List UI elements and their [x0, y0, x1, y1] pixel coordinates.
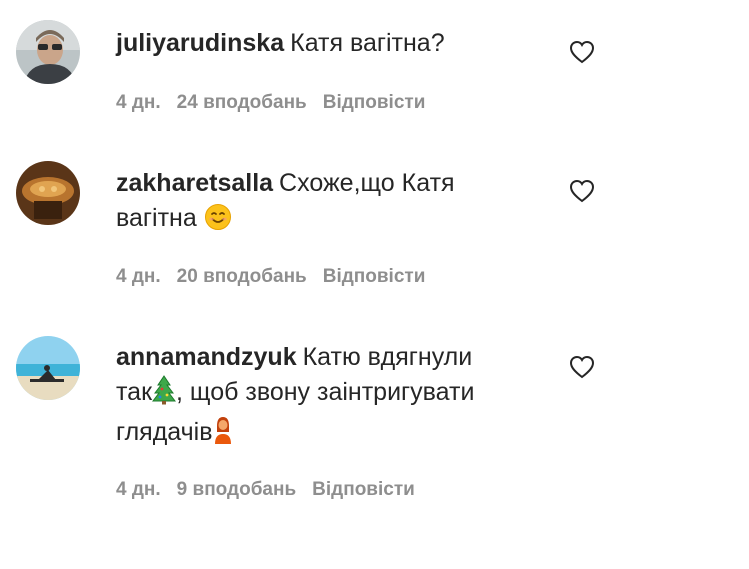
avatar-photo-icon — [16, 161, 80, 225]
likes-count[interactable]: 9 вподобань — [177, 479, 296, 500]
timestamp[interactable]: 4 дн. — [116, 92, 161, 113]
timestamp[interactable]: 4 дн. — [116, 479, 161, 500]
comment-meta: 4 дн. 9 вподобань Відповісти — [116, 479, 431, 501]
woman-icon — [213, 415, 233, 455]
avatar-photo-icon — [16, 20, 80, 84]
christmas-tree-icon — [152, 375, 177, 415]
comment-body: Катя вагітна? — [290, 29, 445, 57]
comment-body-line1: Катю вдягнули — [302, 343, 473, 371]
comment-body-line2: вагітна — [116, 204, 197, 232]
username[interactable]: juliyarudinska — [116, 29, 284, 57]
avatar[interactable] — [16, 336, 80, 400]
reply-button[interactable]: Відповісти — [323, 92, 426, 113]
likes-count[interactable]: 24 вподобань — [177, 92, 307, 113]
comment-body-line1: Схоже,що Катя — [279, 169, 455, 197]
heart-icon[interactable] — [569, 179, 595, 203]
reply-button[interactable]: Відповісти — [323, 266, 426, 287]
username[interactable]: annamandzyuk — [116, 343, 297, 371]
username[interactable]: zakharetsalla — [116, 169, 273, 197]
avatar[interactable] — [16, 161, 80, 225]
comment-body-line2b: , щоб звону заінтригувати — [176, 378, 475, 406]
comment-text: zakharetsalla Схоже,що Катя вагітна — [116, 166, 536, 241]
reply-button[interactable]: Відповісти — [312, 479, 415, 500]
likes-count[interactable]: 20 вподобань — [177, 266, 307, 287]
timestamp[interactable]: 4 дн. — [116, 266, 161, 287]
heart-icon[interactable] — [569, 40, 595, 64]
comment-body-line2a: так — [116, 378, 153, 406]
comment-body-line3: глядачів — [116, 418, 213, 446]
comment-meta: 4 дн. 20 вподобань Відповісти — [116, 266, 441, 288]
avatar-photo-icon — [16, 336, 80, 400]
smiling-face-icon — [204, 203, 232, 241]
comment-meta: 4 дн. 24 вподобань Відповісти — [116, 92, 441, 114]
comment-text: juliyarudinska Катя вагітна? — [116, 26, 536, 61]
heart-icon[interactable] — [569, 355, 595, 379]
avatar[interactable] — [16, 20, 80, 84]
comment-text: annamandzyuk Катю вдягнули так , щоб звон… — [116, 340, 536, 455]
